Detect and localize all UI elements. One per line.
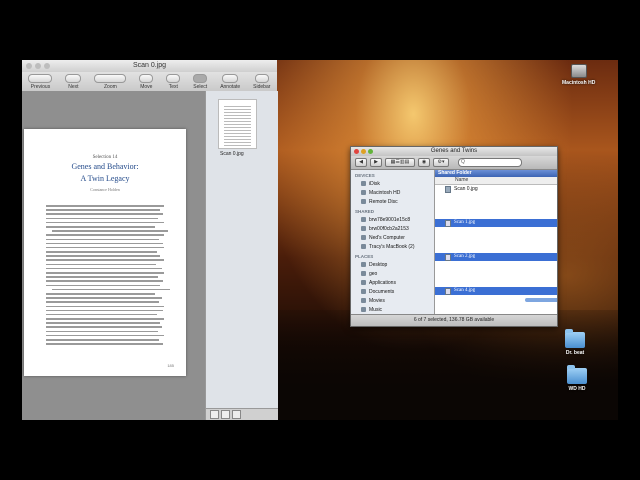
idisk-icon	[361, 181, 366, 186]
places-header: PLACES	[355, 254, 374, 259]
article-title-line2: A Twin Legacy	[80, 174, 130, 183]
preview-title: Scan 0.jpg	[132, 62, 167, 69]
disc-icon	[361, 199, 366, 204]
jpeg-file-icon	[445, 287, 451, 295]
wd-hd-folder-icon[interactable]: WD HD	[567, 365, 587, 392]
computer-icon	[361, 217, 366, 222]
file-row[interactable]: Scan 4.jpg	[435, 287, 557, 295]
selection-number: Selection 14	[92, 155, 118, 160]
zoom-button[interactable]	[44, 63, 50, 69]
home-icon	[361, 271, 366, 276]
movies-icon	[361, 298, 366, 303]
jpeg-file-icon	[445, 219, 451, 227]
close-button[interactable]	[26, 63, 32, 69]
dr-beat-folder-icon[interactable]: Dr. beat	[565, 329, 585, 356]
laptop-icon	[361, 244, 366, 249]
jpeg-file-icon	[445, 185, 451, 193]
finder-title: Genes and Twins	[430, 148, 478, 154]
finder-sidebar: DEVICES iDisk Macintosh HD Remote Disc S…	[351, 170, 435, 315]
back-button[interactable]: ◀	[355, 158, 367, 167]
body-text-lines	[46, 205, 170, 347]
file-name: Scan 4.jpg	[454, 288, 476, 293]
sidebar-item-applications[interactable]: Applications	[351, 278, 434, 287]
file-row[interactable]: Scan 1.jpg	[435, 219, 557, 227]
sidebar-item-shared-4[interactable]: Tracy's MacBook (2)	[351, 242, 434, 251]
computer-icon	[361, 235, 366, 240]
preview-window: Scan 0.jpg Previous Next Zoom Move Text …	[22, 60, 278, 420]
sidebar-item-remote-disc[interactable]: Remote Disc	[351, 197, 434, 206]
move-tool[interactable]: Move	[139, 74, 154, 90]
preview-toolbar: Previous Next Zoom Move Text Select Anno…	[22, 72, 277, 93]
finder-file-list: Shared Folder Name Scan 0.jpg Scan 1.jpg S…	[435, 170, 557, 315]
disk-icon	[361, 190, 366, 195]
preview-sidebar: Scan 0.jpg	[205, 91, 278, 420]
sidebar-item-shared-2[interactable]: brw00f0cb2a2153	[351, 224, 434, 233]
folder-icon	[567, 365, 587, 384]
article-author: Constance Holden	[90, 187, 120, 192]
column-header-shared-folder: Shared Folder	[435, 170, 557, 177]
page-number: 185	[167, 363, 174, 368]
sidebar-item-idisk[interactable]: iDisk	[351, 179, 434, 188]
sidebar-button[interactable]: Sidebar	[253, 74, 270, 90]
file-name: Scan 1.jpg	[454, 220, 476, 225]
sidebar-item-home[interactable]: geo	[351, 269, 434, 278]
minimize-button[interactable]	[35, 63, 41, 69]
finder-window: Genes and Twins ◀ ▶ ▦☰▥▤ ◉ ⚙▾ Q DEVICES …	[350, 146, 558, 327]
desktop-icon	[361, 262, 366, 267]
preview-titlebar[interactable]: Scan 0.jpg	[22, 60, 277, 72]
folder-icon	[565, 329, 585, 348]
view-mode-buttons[interactable]: ▦☰▥▤	[385, 158, 415, 167]
macintosh-hd-desktop-icon[interactable]: Macintosh HD	[562, 64, 595, 86]
text-tool[interactable]: Text	[166, 74, 181, 90]
sidebar-item-music[interactable]: Music	[351, 305, 434, 314]
zoom-control[interactable]: Zoom	[94, 74, 127, 90]
sidebar-item-macintosh-hd[interactable]: Macintosh HD	[351, 188, 434, 197]
file-row[interactable]: Scan 2.jpg	[435, 253, 557, 261]
sidebar-list-button[interactable]	[221, 410, 230, 419]
horizontal-scrollbar[interactable]	[525, 298, 557, 302]
forward-button[interactable]: ▶	[370, 158, 382, 167]
finder-titlebar[interactable]: Genes and Twins	[351, 147, 557, 156]
finder-zoom-button[interactable]	[368, 149, 373, 154]
sidebar-item-shared-3[interactable]: Ned's Computer	[351, 233, 434, 242]
sidebar-controls	[206, 408, 278, 420]
select-tool[interactable]: Select	[193, 74, 208, 90]
quick-look-button[interactable]: ◉	[418, 158, 430, 167]
file-name: Scan 0.jpg	[454, 186, 478, 192]
documents-icon	[361, 289, 366, 294]
sidebar-add-button[interactable]	[232, 410, 241, 419]
applications-icon	[361, 280, 366, 285]
next-button[interactable]: Next	[65, 74, 82, 90]
finder-toolbar: ◀ ▶ ▦☰▥▤ ◉ ⚙▾ Q	[351, 156, 557, 170]
sidebar-view-button[interactable]	[210, 410, 219, 419]
document-page: Selection 14 Genes and Behavior: A Twin …	[24, 129, 186, 376]
preview-document-area[interactable]: Selection 14 Genes and Behavior: A Twin …	[22, 91, 278, 420]
finder-close-button[interactable]	[354, 149, 359, 154]
sidebar-item-movies[interactable]: Movies	[351, 296, 434, 305]
page-thumbnail[interactable]	[218, 99, 257, 149]
annotate-button[interactable]: Annotate	[220, 74, 240, 90]
hard-drive-icon	[570, 64, 587, 78]
devices-header: DEVICES	[355, 173, 375, 178]
finder-minimize-button[interactable]	[361, 149, 366, 154]
sidebar-item-desktop[interactable]: Desktop	[351, 260, 434, 269]
finder-status-bar: 6 of 7 selected, 136.78 GB available	[351, 314, 557, 326]
name-column-header[interactable]: Name	[435, 177, 557, 185]
sidebar-item-documents[interactable]: Documents	[351, 287, 434, 296]
action-gear-icon[interactable]: ⚙▾	[433, 158, 449, 167]
file-name: Scan 2.jpg	[454, 254, 476, 259]
file-row[interactable]: Scan 0.jpg	[435, 185, 557, 193]
thumbnail-label: Scan 0.jpg	[220, 151, 244, 157]
search-input[interactable]: Q	[458, 158, 522, 167]
music-icon	[361, 307, 366, 312]
computer-icon	[361, 226, 366, 231]
screen: Scan 0.jpg Previous Next Zoom Move Text …	[22, 60, 618, 420]
sidebar-item-shared-1[interactable]: brw78e9001e15c8	[351, 215, 434, 224]
jpeg-file-icon	[445, 253, 451, 261]
article-title-line1: Genes and Behavior:	[71, 162, 139, 171]
previous-button[interactable]: Previous	[28, 74, 53, 90]
shared-header: SHARED	[355, 209, 375, 214]
